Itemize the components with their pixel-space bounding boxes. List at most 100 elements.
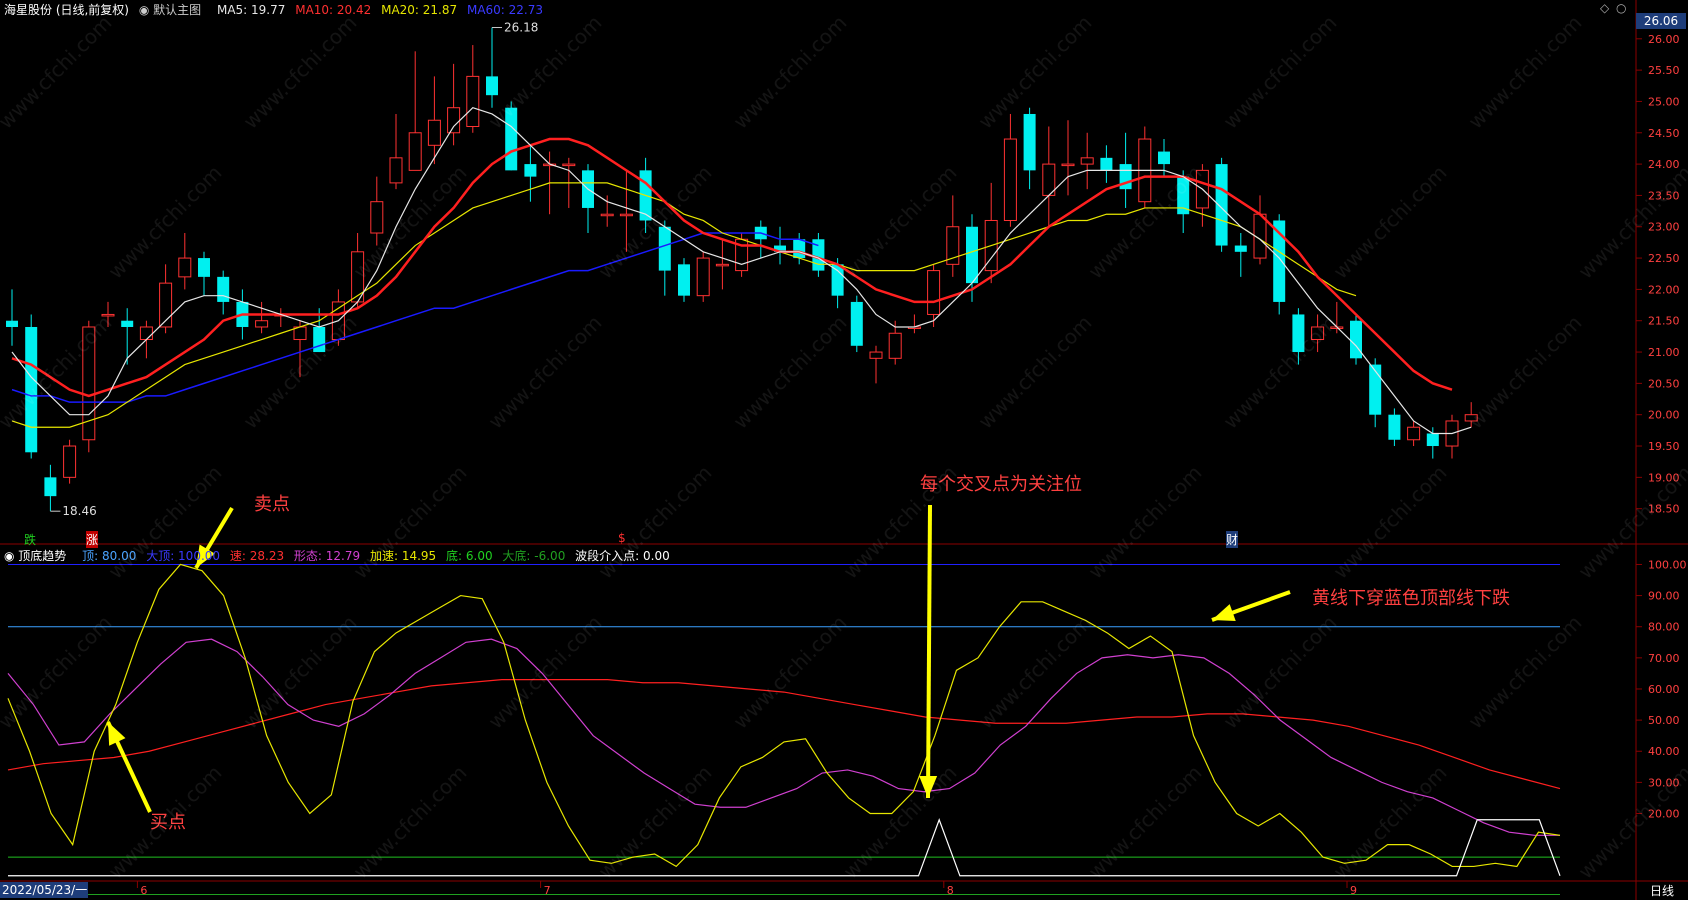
- marker-down: 跌: [24, 533, 37, 547]
- candle-body: [6, 320, 18, 327]
- candle-body: [927, 270, 941, 315]
- candle-body: [1311, 326, 1325, 341]
- candle-body: [63, 445, 77, 478]
- annotation-sell: 卖点: [254, 494, 290, 515]
- candle-body: [427, 119, 441, 146]
- indicator-tick-label: 40.00: [1648, 745, 1680, 758]
- candle-body: [44, 477, 57, 497]
- price-tick-label: 25.50: [1648, 64, 1680, 77]
- candle-body: [389, 157, 403, 184]
- candle-body: [966, 226, 978, 284]
- indicator-tick-label: 20.00: [1648, 808, 1680, 821]
- indicator-name-label: 顶底趋势: [18, 549, 67, 563]
- candle-body: [678, 264, 690, 296]
- candle-body: [793, 239, 806, 259]
- date-tick-label: 7: [544, 884, 551, 897]
- candle-body: [447, 107, 461, 134]
- candle-body: [619, 213, 633, 217]
- candle-body: [1158, 151, 1170, 165]
- marker-up: 涨: [86, 531, 99, 548]
- indicator-tick-label: 70.00: [1648, 652, 1680, 665]
- ma10-label: MA10: 20.42: [295, 3, 372, 17]
- ind-speed-label: 速: 28.23: [229, 549, 285, 563]
- main-chart-label: 默认主图: [153, 3, 202, 17]
- candle-body: [1369, 364, 1382, 415]
- candle-body: [1464, 414, 1478, 422]
- price-tick-label: 24.50: [1648, 127, 1680, 140]
- price-tick-label: 23.00: [1648, 221, 1680, 234]
- candle-body: [715, 263, 729, 267]
- indicator-header: ◉ 顶底趋势 顶: 80.00 大顶: 100.00 速: 28.23 形态: …: [4, 547, 676, 564]
- indicator-series-line: [8, 818, 1561, 877]
- ind-top-label: 顶: 80.00: [82, 549, 137, 563]
- low-price-label: 18.46: [62, 504, 96, 518]
- candle-body: [1061, 163, 1075, 167]
- indicator-name[interactable]: ◉ 顶底趋势: [4, 549, 72, 563]
- candle-body: [466, 75, 480, 128]
- indicator-tick-label: 30.00: [1648, 776, 1680, 789]
- candle-body: [1003, 138, 1017, 221]
- indicator-tick-label: 60.00: [1648, 683, 1680, 696]
- candle-body: [1234, 245, 1247, 252]
- ind-bigtop-label: 大顶: 100.00: [146, 549, 221, 563]
- price-tick-label: 20.00: [1648, 409, 1680, 422]
- price-tick-label: 23.50: [1648, 189, 1680, 202]
- cursor-date: 2022/05/23/一: [0, 882, 88, 898]
- candle-body: [101, 313, 115, 317]
- candle-body: [1407, 426, 1421, 441]
- buy-arrow-head: [108, 722, 126, 746]
- indicator-tick-label: 100.00: [1648, 558, 1687, 571]
- indicator-tick-label: 80.00: [1648, 621, 1680, 634]
- candle-body: [1388, 414, 1401, 440]
- price-tick-label: 25.00: [1648, 95, 1680, 108]
- indicator-tick-label: 50.00: [1648, 714, 1680, 727]
- price-tick-label: 19.00: [1648, 471, 1680, 484]
- candle-body: [524, 164, 537, 177]
- candle-body: [1350, 320, 1362, 359]
- period-label[interactable]: 日线: [1650, 882, 1674, 899]
- annotation-yellow-cross: 黄线下穿蓝色顶部线下跌: [1312, 588, 1510, 609]
- diamond-icon[interactable]: ◇: [1600, 1, 1609, 15]
- ma5-label: MA5: 19.77: [216, 3, 286, 17]
- candle-body: [486, 76, 498, 96]
- price-tick-label: 18.50: [1648, 503, 1680, 516]
- main-chart-selector[interactable]: ◉ 默认主图: [139, 3, 207, 17]
- price-tick-label: 22.50: [1648, 252, 1680, 265]
- candle-body: [1292, 314, 1305, 353]
- candle-body: [139, 326, 153, 341]
- candle-body: [562, 163, 576, 167]
- candle-body: [25, 326, 38, 453]
- date-tick-label: 9: [1350, 884, 1357, 897]
- main-header: 海星股份 (日线,前复权) ◉ 默认主图 MA5: 19.77 MA10: 20…: [4, 1, 549, 18]
- ma20-label: MA20: 21.87: [381, 3, 458, 17]
- candle-body: [696, 257, 710, 297]
- ind-bigbottom-label: 大底: -6.00: [502, 549, 566, 563]
- price-tick-label: 21.50: [1648, 315, 1680, 328]
- stock-title[interactable]: 海星股份 (日线,前复权): [4, 3, 129, 17]
- candle-body: [831, 264, 844, 296]
- candle-body: [850, 301, 863, 346]
- candle-body: [198, 258, 210, 277]
- cross-arrow: [926, 504, 932, 799]
- cross-arrow-head: [919, 775, 938, 798]
- price-tick-label: 24.00: [1648, 158, 1680, 171]
- candle-body: [121, 320, 134, 327]
- indicator-tick-label: 90.00: [1648, 590, 1680, 603]
- candle-body: [1080, 157, 1094, 165]
- ind-entry-label: 波段介入点: 0.00: [575, 549, 670, 563]
- marker-cai: 财: [1226, 531, 1239, 548]
- candle-body: [1215, 164, 1228, 246]
- annotation-buy: 买点: [150, 812, 186, 833]
- candle-body: [313, 326, 326, 353]
- candle-body: [408, 132, 422, 171]
- candle-body: [370, 201, 384, 234]
- candle-body: [658, 226, 671, 271]
- candle-body: [505, 107, 518, 171]
- price-tick-label: 21.00: [1648, 346, 1680, 359]
- price-tick-label: 19.50: [1648, 440, 1680, 453]
- candle-body: [869, 351, 883, 359]
- circle-icon[interactable]: ○: [1616, 1, 1626, 15]
- yellow-cross-arrow-head: [1212, 604, 1236, 622]
- stock-chart: 18.50 19.00 19.50 20.00 20.50 21.00 21.50 22.00…: [0, 0, 1688, 900]
- candle-body: [255, 320, 269, 328]
